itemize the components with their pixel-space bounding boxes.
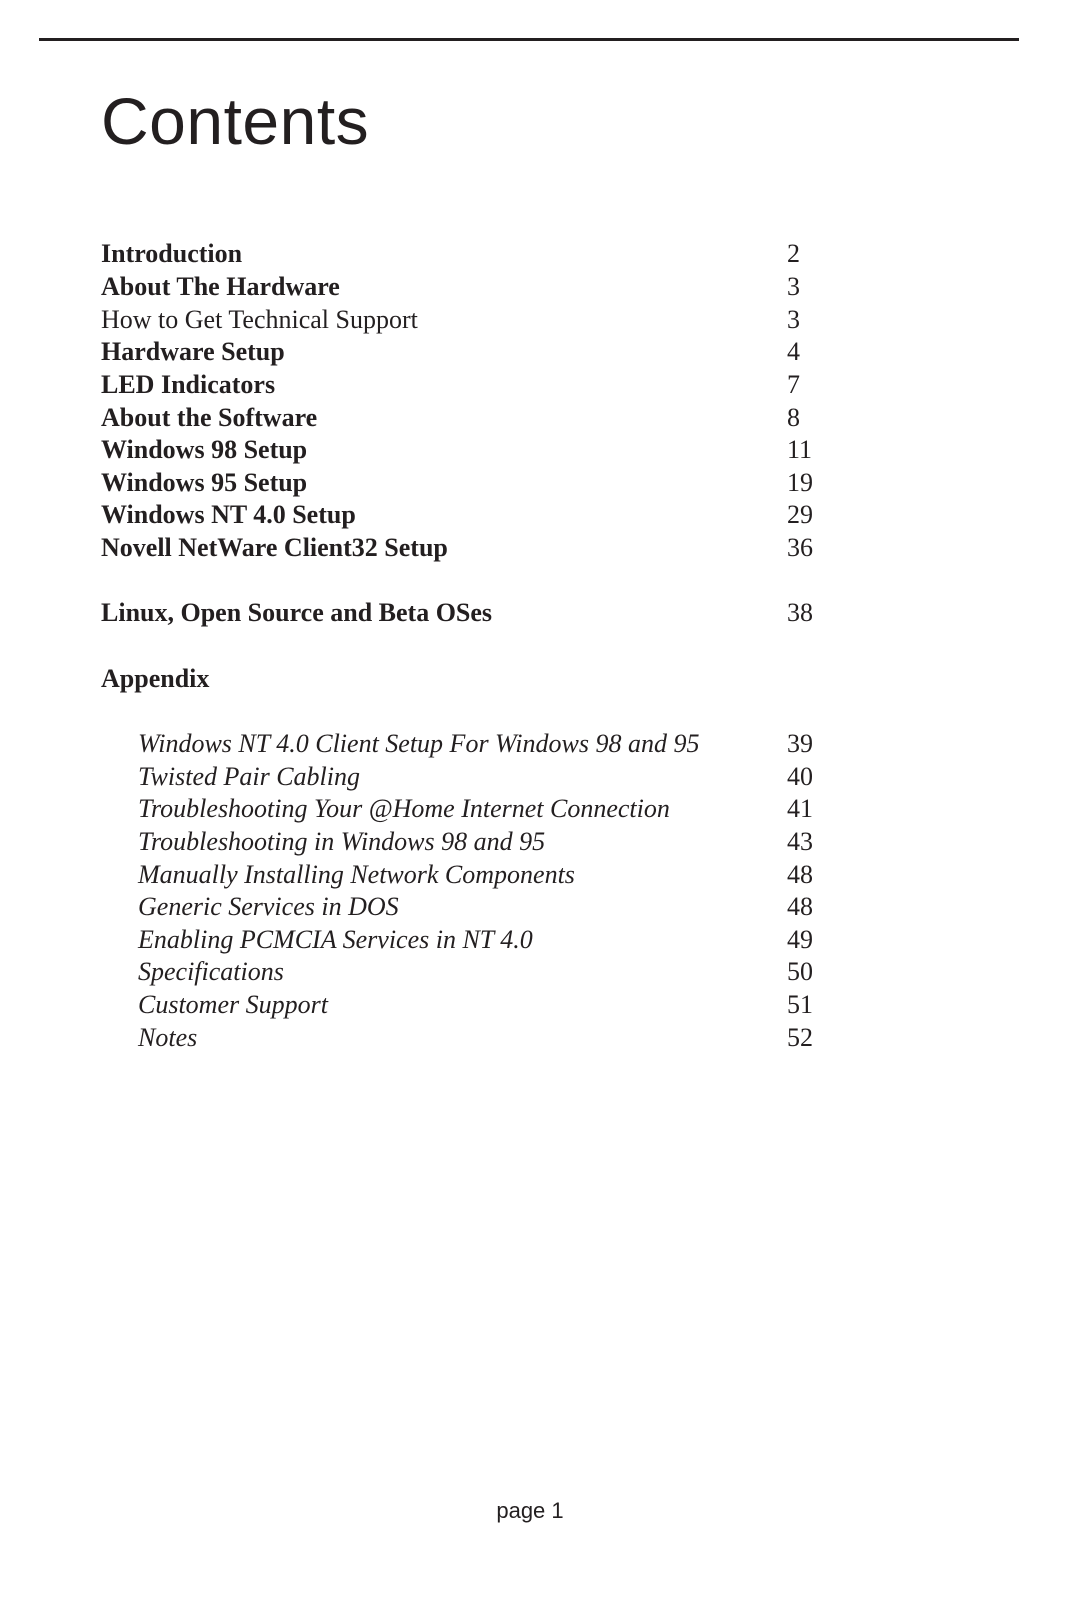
toc-entry-label: LED Indicators — [101, 370, 276, 399]
appendix-entry[interactable]: Enabling PCMCIA Services in NT 4.0 49 — [101, 924, 861, 956]
toc-entry-label: Novell NetWare Client32 Setup — [101, 533, 448, 562]
toc-entry-page: 29 — [787, 500, 813, 529]
toc-entry-page: 38 — [787, 598, 813, 627]
appendix-entry[interactable]: Generic Services in DOS 48 — [101, 891, 861, 923]
toc-entry-label: Windows NT 4.0 Setup — [101, 500, 356, 529]
appendix-entry-page: 49 — [787, 925, 813, 954]
toc-entry-label: About The Hardware — [101, 272, 340, 301]
appendix-entry-page: 43 — [787, 827, 813, 856]
appendix-entry-page: 52 — [787, 1023, 813, 1052]
page-number-footer: page 1 — [496, 1498, 564, 1523]
appendix-entry-label: Specifications — [138, 957, 284, 986]
toc-entry[interactable]: Hardware Setup 4 — [101, 336, 861, 368]
toc-entry-label: Windows 98 Setup — [101, 435, 308, 464]
toc-entry-page: 4 — [787, 337, 800, 366]
toc-entry-page: 3 — [787, 305, 800, 334]
appendix-entry-page: 40 — [787, 762, 813, 791]
appendix-entry[interactable]: Notes 52 — [101, 1022, 861, 1054]
appendix-entry-label: Generic Services in DOS — [138, 892, 399, 921]
appendix-entry[interactable]: Customer Support 51 — [101, 989, 861, 1021]
appendix-entry-page: 50 — [787, 957, 813, 986]
toc-entry-label: How to Get Technical Support — [101, 305, 418, 334]
appendix-entry[interactable]: Twisted Pair Cabling 40 — [101, 761, 861, 793]
appendix-entry-page: 48 — [787, 860, 813, 889]
toc-entry[interactable]: About The Hardware 3 — [101, 271, 861, 303]
appendix-heading: Appendix — [101, 664, 210, 693]
top-rule — [39, 38, 1019, 41]
appendix-entry[interactable]: Manually Installing Network Components 48 — [101, 859, 861, 891]
toc-entry[interactable]: About the Software 8 — [101, 402, 861, 434]
toc-entry[interactable]: Windows 98 Setup 11 — [101, 434, 861, 466]
appendix-entry-page: 39 — [787, 729, 813, 758]
toc-entry[interactable]: LED Indicators 7 — [101, 369, 861, 401]
toc-entry-page: 36 — [787, 533, 813, 562]
page-title: Contents — [101, 84, 370, 158]
toc-entry-page: 3 — [787, 272, 800, 301]
toc-entry-page: 11 — [787, 435, 813, 464]
toc-entry[interactable]: Introduction 2 — [101, 238, 861, 270]
toc-entry-page: 19 — [787, 468, 813, 497]
appendix-entry-label: Troubleshooting in Windows 98 and 95 — [138, 827, 546, 856]
appendix-entry-label: Windows NT 4.0 Client Setup For Windows … — [138, 729, 700, 758]
appendix-entry-label: Manually Installing Network Components — [138, 860, 575, 889]
appendix-entry-page: 41 — [787, 794, 813, 823]
toc-entry[interactable]: How to Get Technical Support 3 — [101, 304, 861, 336]
toc-entry-label: Linux, Open Source and Beta OSes — [101, 598, 493, 627]
appendix-entry[interactable]: Troubleshooting in Windows 98 and 95 43 — [101, 826, 861, 858]
appendix-entry-page: 51 — [787, 990, 813, 1019]
appendix-entry-label: Notes — [138, 1023, 198, 1052]
toc-entry[interactable]: Windows NT 4.0 Setup 29 — [101, 499, 861, 531]
toc-entry[interactable]: Windows 95 Setup 19 — [101, 467, 861, 499]
appendix-entry-page: 48 — [787, 892, 813, 921]
appendix-entry-label: Enabling PCMCIA Services in NT 4.0 — [138, 925, 533, 954]
appendix-entry[interactable]: Windows NT 4.0 Client Setup For Windows … — [101, 728, 861, 760]
appendix-entry[interactable]: Troubleshooting Your @Home Internet Conn… — [101, 793, 861, 825]
toc-entry-label: About the Software — [101, 403, 318, 432]
toc-entry-label: Introduction — [101, 239, 243, 268]
toc-entry[interactable]: Novell NetWare Client32 Setup 36 — [101, 532, 861, 564]
appendix-entry[interactable]: Specifications 50 — [101, 956, 861, 988]
toc-entry-label: Hardware Setup — [101, 337, 285, 366]
appendix-entry-label: Customer Support — [138, 990, 328, 1019]
toc-entry-label: Windows 95 Setup — [101, 468, 308, 497]
toc-entry-page: 2 — [787, 239, 800, 268]
appendix-entry-label: Twisted Pair Cabling — [138, 762, 360, 791]
toc-entry-page: 7 — [787, 370, 800, 399]
toc-entry-linux[interactable]: Linux, Open Source and Beta OSes 38 — [101, 597, 861, 629]
toc-entry-page: 8 — [787, 403, 800, 432]
appendix-entry-label: Troubleshooting Your @Home Internet Conn… — [138, 794, 670, 823]
